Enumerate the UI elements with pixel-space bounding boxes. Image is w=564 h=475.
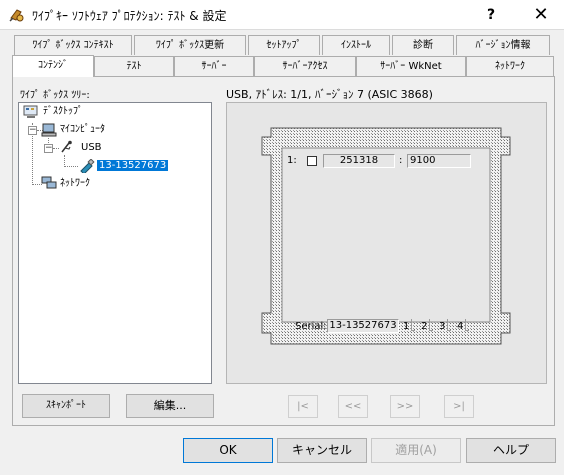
scan-ports-button[interactable]: ｽｷｬﾝﾎﾟｰﾄ bbox=[22, 394, 110, 418]
desktop-icon bbox=[23, 105, 38, 118]
tab-setup[interactable]: ｾｯﾄｱｯﾌﾟ bbox=[248, 35, 320, 55]
slot-index: 1: bbox=[287, 155, 297, 166]
slot-checkbox[interactable] bbox=[307, 156, 317, 166]
tab-contents[interactable]: ｺﾝﾃﾝｼﾞ bbox=[12, 55, 94, 77]
tab-wipebox-context[interactable]: ﾜｲﾌﾟ ﾎﾞｯｸｽ ｺﾝﾃｷｽﾄ bbox=[14, 35, 132, 55]
usb-icon bbox=[61, 140, 72, 153]
tab-server-access[interactable]: ｻｰﾊﾞｰｱｸｾｽ bbox=[254, 56, 356, 76]
window-title: ﾜｲﾌﾟｷｰ ｿﾌﾄｳｪｱ ﾌﾟﾛﾃｸｼｮﾝ: ﾃｽﾄ & 設定 bbox=[32, 9, 227, 23]
app-icon bbox=[9, 9, 24, 22]
device-header: USB, ｱﾄﾞﾚｽ: 1/1, ﾊﾞｰｼﾞｮﾝ 7 (ASIC 3868) bbox=[226, 88, 433, 101]
nav-prev-button[interactable]: << bbox=[338, 395, 368, 418]
tab-diagnostics[interactable]: 診断 bbox=[392, 35, 454, 55]
nav-last-button[interactable]: >| bbox=[444, 395, 474, 418]
wipebox-tree[interactable]: ﾃﾞｽｸﾄｯﾌﾟ − ﾏｲｺﾝﾋﾟｭｰﾀ − USB 13-13527673 ﾈ… bbox=[18, 102, 212, 384]
network-icon bbox=[41, 176, 57, 189]
tree-node-label: USB bbox=[81, 142, 102, 153]
expander-usb[interactable]: − bbox=[44, 144, 53, 153]
computer-icon bbox=[41, 123, 57, 137]
port-4-indicator bbox=[465, 319, 469, 331]
port-1-label: 1 bbox=[403, 321, 410, 332]
tree-node-label: ﾈｯﾄﾜｰｸ bbox=[60, 178, 90, 189]
tab-server[interactable]: ｻｰﾊﾞｰ bbox=[174, 56, 254, 76]
port-3-indicator bbox=[447, 319, 451, 331]
tree-node-desktop[interactable]: ﾃﾞｽｸﾄｯﾌﾟ bbox=[41, 104, 85, 120]
help-button[interactable]: ヘルプ bbox=[466, 438, 556, 463]
ok-button[interactable]: OK bbox=[183, 438, 273, 463]
tree-node-label: ﾃﾞｽｸﾄｯﾌﾟ bbox=[43, 106, 83, 117]
tab-version-info[interactable]: ﾊﾞｰｼﾞｮﾝ情報 bbox=[456, 35, 550, 55]
tree-node-usb[interactable]: USB bbox=[79, 140, 104, 156]
cancel-button[interactable]: キャンセル bbox=[277, 438, 367, 463]
tab-test[interactable]: ﾃｽﾄ bbox=[94, 56, 174, 76]
expander-computer[interactable]: − bbox=[28, 126, 37, 135]
port-4-label: 4 bbox=[457, 321, 464, 332]
dongle-icon bbox=[80, 159, 95, 173]
slot-code-field: 9100 bbox=[407, 154, 471, 168]
tree-node-label: 13-13527673 bbox=[97, 160, 169, 171]
port-3-label: 3 bbox=[439, 321, 446, 332]
tree-connector bbox=[64, 166, 78, 167]
tree-node-network[interactable]: ﾈｯﾄﾜｰｸ bbox=[58, 176, 92, 192]
port-2-indicator bbox=[429, 319, 433, 331]
tree-node-computer[interactable]: ﾏｲｺﾝﾋﾟｭｰﾀ bbox=[58, 122, 107, 138]
serial-label: Serial: bbox=[295, 321, 327, 332]
serial-field: 13-13527673 bbox=[327, 319, 399, 333]
close-button[interactable]: ✕ bbox=[518, 0, 564, 30]
nav-next-button[interactable]: >> bbox=[390, 395, 420, 418]
apply-button[interactable]: 適用(A) bbox=[371, 438, 461, 463]
port-1-indicator bbox=[411, 319, 415, 331]
tree-label: ﾜｲﾌﾟ ﾎﾞｯｸｽ ﾂﾘｰ: bbox=[20, 90, 90, 101]
slot-separator: : bbox=[399, 155, 403, 166]
device-view: 1: 251318 : 9100 Serial: 13-13527673 1 2… bbox=[226, 102, 547, 384]
port-2-label: 2 bbox=[421, 321, 428, 332]
title-bar: ﾜｲﾌﾟｷｰ ｿﾌﾄｳｪｱ ﾌﾟﾛﾃｸｼｮﾝ: ﾃｽﾄ & 設定 ? ✕ bbox=[0, 0, 564, 30]
nav-first-button[interactable]: |< bbox=[288, 395, 318, 418]
edit-button[interactable]: 編集... bbox=[126, 394, 214, 418]
tab-wipebox-update[interactable]: ﾜｲﾌﾟ ﾎﾞｯｸｽ更新 bbox=[134, 35, 246, 55]
tree-node-label: ﾏｲｺﾝﾋﾟｭｰﾀ bbox=[60, 124, 105, 135]
slot-value-field: 251318 bbox=[323, 154, 395, 168]
title-help-button[interactable]: ? bbox=[468, 0, 514, 30]
tree-node-device[interactable]: 13-13527673 bbox=[97, 158, 169, 174]
tab-install[interactable]: ｲﾝｽﾄｰﾙ bbox=[322, 35, 390, 55]
tab-network[interactable]: ﾈｯﾄﾜｰｸ bbox=[466, 56, 554, 76]
tab-server-wknet[interactable]: ｻｰﾊﾞｰ WkNet bbox=[356, 56, 466, 76]
